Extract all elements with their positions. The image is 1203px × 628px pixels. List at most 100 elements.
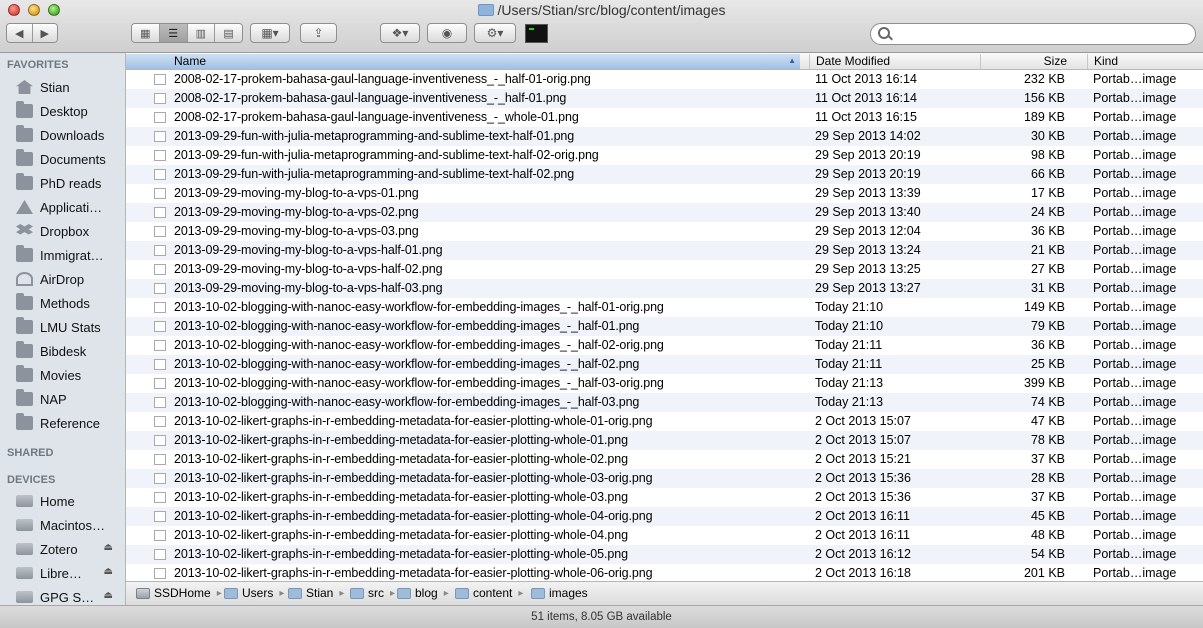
file-size: 47 KB [1030, 414, 1065, 428]
image-file-icon [154, 454, 166, 465]
column-header-date[interactable]: Date Modified [809, 54, 980, 69]
forward-button[interactable]: ▶ [32, 24, 57, 42]
sidebar-item-desktop[interactable]: Desktop [16, 100, 124, 122]
file-row[interactable]: 2013-10-02-blogging-with-nanoc-easy-work… [126, 374, 1203, 393]
file-name: 2013-10-02-blogging-with-nanoc-easy-work… [174, 300, 664, 314]
file-row[interactable]: 2008-02-17-prokem-bahasa-gaul-language-i… [126, 70, 1203, 89]
file-date-modified: 2 Oct 2013 16:11 [815, 528, 910, 542]
status-text: 51 items, 8.05 GB available [531, 611, 672, 623]
path-crumb[interactable]: Users ▸ [224, 586, 284, 600]
file-row[interactable]: 2013-09-29-moving-my-blog-to-a-vps-03.pn… [126, 222, 1203, 241]
sidebar-item-bibdesk[interactable]: Bibdesk [16, 340, 124, 362]
column-view-button[interactable]: ▥ [187, 24, 216, 42]
folder-icon [16, 245, 33, 262]
sidebar-item-stian[interactable]: Stian [16, 76, 124, 98]
file-row[interactable]: 2013-09-29-moving-my-blog-to-a-vps-half-… [126, 241, 1203, 260]
quick-look-button[interactable]: ◉ [427, 23, 467, 43]
file-row[interactable]: 2013-09-29-fun-with-julia-metaprogrammin… [126, 146, 1203, 165]
sidebar-item-airdrop[interactable]: AirDrop [16, 268, 124, 290]
sidebar-item-lmu-stats[interactable]: LMU Stats [16, 316, 124, 338]
sidebar-item-reference[interactable]: Reference [16, 412, 124, 434]
file-row[interactable]: 2013-09-29-fun-with-julia-metaprogrammin… [126, 127, 1203, 146]
column-header-size[interactable]: Size [980, 54, 1087, 69]
folder-icon [16, 341, 33, 358]
view-mode-control: ▦ ☰ ▥ ▤ [131, 23, 243, 43]
disk-icon [16, 543, 33, 555]
icon-view-button[interactable]: ▦ [132, 24, 160, 42]
sidebar-item-documents[interactable]: Documents [16, 148, 124, 170]
file-row[interactable]: 2013-10-02-likert-graphs-in-r-embedding-… [126, 469, 1203, 488]
home-icon [16, 80, 33, 94]
file-row[interactable]: 2013-10-02-blogging-with-nanoc-easy-work… [126, 355, 1203, 374]
sidebar-item-nap[interactable]: NAP [16, 388, 124, 410]
column-header-name[interactable]: Name ▲ [126, 54, 800, 69]
file-row[interactable]: 2013-10-02-likert-graphs-in-r-embedding-… [126, 507, 1203, 526]
file-row[interactable]: 2013-10-02-likert-graphs-in-r-embedding-… [126, 545, 1203, 564]
path-crumb[interactable]: src ▸ [350, 586, 395, 600]
column-header-label: Kind [1094, 54, 1119, 68]
applications-icon [16, 200, 33, 214]
file-row[interactable]: 2008-02-17-prokem-bahasa-gaul-language-i… [126, 108, 1203, 127]
file-size: 189 KB [1023, 110, 1065, 124]
path-crumb[interactable]: images [531, 586, 588, 600]
file-size: 25 KB [1030, 357, 1065, 371]
file-row[interactable]: 2013-10-02-likert-graphs-in-r-embedding-… [126, 564, 1203, 581]
path-crumb[interactable]: blog ▸ [397, 586, 449, 600]
folder-icon [350, 587, 364, 599]
eject-icon[interactable]: ⏏ [104, 566, 113, 577]
eject-icon[interactable]: ⏏ [104, 542, 113, 553]
sidebar-device-home[interactable]: Home [16, 490, 124, 512]
sidebar-item-phd-reads[interactable]: PhD reads [16, 172, 124, 194]
sidebar-item-movies[interactable]: Movies [16, 364, 124, 386]
coverflow-view-button[interactable]: ▤ [215, 24, 242, 42]
file-row[interactable]: 2013-10-02-likert-graphs-in-r-embedding-… [126, 431, 1203, 450]
file-row[interactable]: 2013-09-29-fun-with-julia-metaprogrammin… [126, 165, 1203, 184]
file-row[interactable]: 2013-10-02-blogging-with-nanoc-easy-work… [126, 298, 1203, 317]
sidebar-item-label: Dropbox [40, 223, 90, 239]
share-button[interactable]: ⇪ [300, 23, 337, 43]
action-button[interactable]: ⚙▾ [474, 23, 516, 43]
path-crumb-label: blog [415, 586, 438, 600]
image-file-icon [154, 473, 166, 484]
file-date-modified: 29 Sep 2013 20:19 [815, 148, 921, 162]
column-header-label: Date Modified [816, 54, 891, 68]
sidebar-item-label: NAP [40, 391, 67, 407]
column-header-kind[interactable]: Kind [1087, 54, 1203, 69]
path-crumb[interactable]: Stian ▸ [288, 586, 344, 600]
file-row[interactable]: 2008-02-17-prokem-bahasa-gaul-language-i… [126, 89, 1203, 108]
sidebar-device-macintosh[interactable]: Macintos… [16, 514, 124, 536]
eject-icon[interactable]: ⏏ [104, 590, 113, 601]
folder-icon [16, 149, 33, 166]
path-crumb[interactable]: content ▸ [455, 586, 523, 600]
sidebar-item-downloads[interactable]: Downloads [16, 124, 124, 146]
back-button[interactable]: ◀ [7, 24, 33, 42]
file-kind: Portab…image [1093, 471, 1177, 485]
sidebar-item-dropbox[interactable]: Dropbox [16, 220, 124, 242]
folder-icon [477, 4, 494, 16]
sidebar-item-applications[interactable]: Applicati… [16, 196, 124, 218]
list-view-button[interactable]: ☰ [159, 24, 188, 42]
file-row[interactable]: 2013-10-02-likert-graphs-in-r-embedding-… [126, 412, 1203, 431]
sidebar-item-methods[interactable]: Methods [16, 292, 124, 314]
file-row[interactable]: 2013-10-02-blogging-with-nanoc-easy-work… [126, 336, 1203, 355]
file-kind: Portab…image [1093, 205, 1177, 219]
path-crumb[interactable]: SSDHome ▸ [136, 586, 222, 600]
file-row[interactable]: 2013-09-29-moving-my-blog-to-a-vps-01.pn… [126, 184, 1203, 203]
file-name: 2013-10-02-likert-graphs-in-r-embedding-… [174, 433, 628, 447]
file-row[interactable]: 2013-09-29-moving-my-blog-to-a-vps-02.pn… [126, 203, 1203, 222]
file-row[interactable]: 2013-10-02-likert-graphs-in-r-embedding-… [126, 526, 1203, 545]
dropbox-button[interactable]: ❖▾ [380, 23, 420, 43]
path-separator-icon: ▸ [518, 587, 524, 599]
sidebar-item-label: Macintos… [40, 517, 106, 533]
file-row[interactable]: 2013-10-02-likert-graphs-in-r-embedding-… [126, 450, 1203, 469]
folder-icon [16, 317, 33, 334]
file-row[interactable]: 2013-10-02-blogging-with-nanoc-easy-work… [126, 393, 1203, 412]
file-row[interactable]: 2013-10-02-blogging-with-nanoc-easy-work… [126, 317, 1203, 336]
arrange-button[interactable]: ▦▾ [250, 23, 290, 43]
search-input[interactable] [895, 26, 1189, 44]
file-row[interactable]: 2013-09-29-moving-my-blog-to-a-vps-half-… [126, 260, 1203, 279]
terminal-icon[interactable] [525, 24, 548, 43]
file-row[interactable]: 2013-10-02-likert-graphs-in-r-embedding-… [126, 488, 1203, 507]
file-row[interactable]: 2013-09-29-moving-my-blog-to-a-vps-half-… [126, 279, 1203, 298]
sidebar-item-immigration[interactable]: Immigrat… [16, 244, 124, 266]
